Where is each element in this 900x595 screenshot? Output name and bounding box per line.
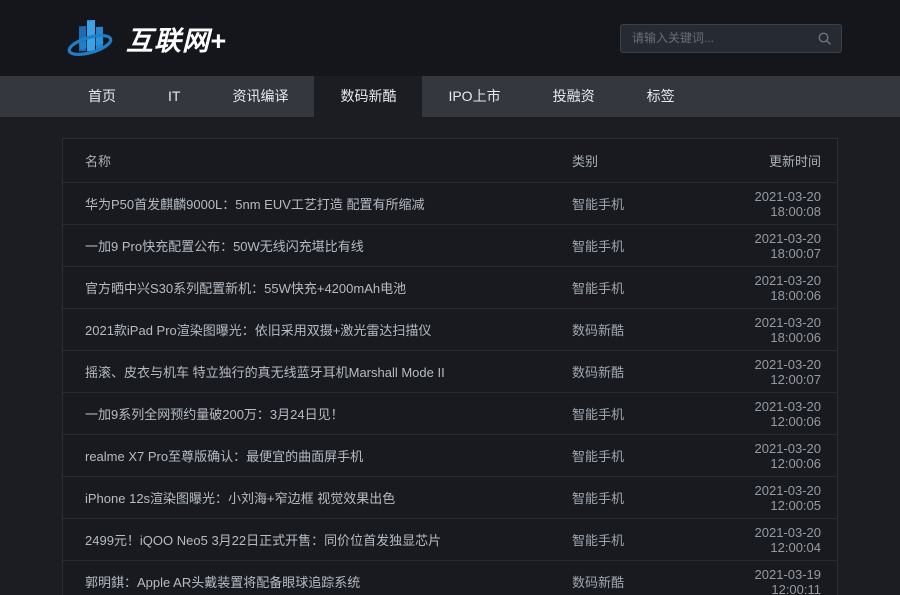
article-category[interactable]: 智能手机 bbox=[572, 488, 702, 507]
table-row[interactable]: 一加9 Pro快充配置公布：50W无线闪充堪比有线 智能手机 2021-03-2… bbox=[63, 224, 837, 266]
article-updated: 2021-03-20 12:00:06 bbox=[702, 399, 837, 429]
table-row[interactable]: 摇滚、皮衣与机车 特立独行的真无线蓝牙耳机Marshall Mode II 数码… bbox=[63, 350, 837, 392]
content-area: 名称 类别 更新时间 华为P50首发麒麟9000L：5nm EUV工艺打造 配置… bbox=[0, 117, 900, 595]
article-updated: 2021-03-20 12:00:04 bbox=[702, 525, 837, 555]
article-updated: 2021-03-20 12:00:07 bbox=[702, 357, 837, 387]
article-category[interactable]: 智能手机 bbox=[572, 446, 702, 465]
article-title[interactable]: 官方晒中兴S30系列配置新机：55W快充+4200mAh电池 bbox=[63, 278, 572, 297]
article-updated: 2021-03-20 18:00:07 bbox=[702, 231, 837, 261]
article-table: 名称 类别 更新时间 华为P50首发麒麟9000L：5nm EUV工艺打造 配置… bbox=[62, 138, 838, 595]
article-updated: 2021-03-20 18:00:06 bbox=[702, 273, 837, 303]
nav-item-it[interactable]: IT bbox=[142, 76, 206, 117]
column-header-name: 名称 bbox=[63, 151, 572, 170]
article-category[interactable]: 数码新酷 bbox=[572, 362, 702, 381]
article-category[interactable]: 智能手机 bbox=[572, 530, 702, 549]
column-header-category: 类别 bbox=[572, 151, 702, 170]
nav-item-tags[interactable]: 标签 bbox=[621, 76, 701, 117]
table-row[interactable]: 2021款iPad Pro渲染图曝光：依旧采用双摄+激光雷达扫描仪 数码新酷 2… bbox=[63, 308, 837, 350]
article-category[interactable]: 数码新酷 bbox=[572, 572, 702, 591]
main-nav: 首页 IT 资讯编译 数码新酷 IPO上市 投融资 标签 bbox=[0, 76, 900, 117]
nav-item-news[interactable]: 资讯编译 bbox=[206, 76, 314, 117]
article-updated: 2021-03-20 18:00:08 bbox=[702, 189, 837, 219]
nav-item-home[interactable]: 首页 bbox=[62, 76, 142, 117]
article-updated: 2021-03-20 12:00:06 bbox=[702, 441, 837, 471]
logo-text: 互联网+ bbox=[126, 19, 227, 58]
article-category[interactable]: 智能手机 bbox=[572, 404, 702, 423]
logo[interactable]: 互联网+ bbox=[66, 14, 227, 62]
nav-item-ipo[interactable]: IPO上市 bbox=[422, 76, 526, 117]
table-header-row: 名称 类别 更新时间 bbox=[63, 139, 837, 182]
table-row[interactable]: 一加9系列全网预约量破200万：3月24日见！ 智能手机 2021-03-20 … bbox=[63, 392, 837, 434]
article-title[interactable]: 华为P50首发麒麟9000L：5nm EUV工艺打造 配置有所缩减 bbox=[63, 194, 572, 213]
table-row[interactable]: realme X7 Pro至尊版确认：最便宜的曲面屏手机 智能手机 2021-0… bbox=[63, 434, 837, 476]
article-title[interactable]: 2499元！iQOO Neo5 3月22日正式开售：同价位首发独显芯片 bbox=[63, 530, 572, 549]
article-category[interactable]: 智能手机 bbox=[572, 278, 702, 297]
app-header: 互联网+ bbox=[0, 0, 900, 76]
article-title[interactable]: 一加9 Pro快充配置公布：50W无线闪充堪比有线 bbox=[63, 236, 572, 255]
article-updated: 2021-03-20 18:00:06 bbox=[702, 315, 837, 345]
article-category[interactable]: 数码新酷 bbox=[572, 320, 702, 339]
table-row[interactable]: iPhone 12s渲染图曝光：小刘海+窄边框 视觉效果出色 智能手机 2021… bbox=[63, 476, 837, 518]
article-title[interactable]: iPhone 12s渲染图曝光：小刘海+窄边框 视觉效果出色 bbox=[63, 488, 572, 507]
column-header-updated: 更新时间 bbox=[702, 151, 837, 170]
table-row[interactable]: 官方晒中兴S30系列配置新机：55W快充+4200mAh电池 智能手机 2021… bbox=[63, 266, 837, 308]
article-title[interactable]: realme X7 Pro至尊版确认：最便宜的曲面屏手机 bbox=[63, 446, 572, 465]
article-category[interactable]: 智能手机 bbox=[572, 236, 702, 255]
table-row[interactable]: 郭明錤：Apple AR头戴装置将配备眼球追踪系统 数码新酷 2021-03-1… bbox=[63, 560, 837, 595]
article-title[interactable]: 摇滚、皮衣与机车 特立独行的真无线蓝牙耳机Marshall Mode II bbox=[63, 362, 572, 381]
search-box bbox=[620, 24, 842, 53]
nav-item-digital[interactable]: 数码新酷 bbox=[314, 76, 422, 117]
article-updated: 2021-03-20 12:00:05 bbox=[702, 483, 837, 513]
article-category[interactable]: 智能手机 bbox=[572, 194, 702, 213]
article-title[interactable]: 2021款iPad Pro渲染图曝光：依旧采用双摄+激光雷达扫描仪 bbox=[63, 320, 572, 339]
table-row[interactable]: 2499元！iQOO Neo5 3月22日正式开售：同价位首发独显芯片 智能手机… bbox=[63, 518, 837, 560]
search-input[interactable] bbox=[632, 31, 817, 45]
table-row[interactable]: 华为P50首发麒麟9000L：5nm EUV工艺打造 配置有所缩减 智能手机 2… bbox=[63, 182, 837, 224]
search-icon[interactable] bbox=[817, 31, 832, 46]
article-title[interactable]: 一加9系列全网预约量破200万：3月24日见！ bbox=[63, 404, 572, 423]
logo-building-icon bbox=[66, 14, 114, 62]
article-title[interactable]: 郭明錤：Apple AR头戴装置将配备眼球追踪系统 bbox=[63, 572, 572, 591]
nav-item-invest[interactable]: 投融资 bbox=[527, 76, 621, 117]
article-updated: 2021-03-19 12:00:11 bbox=[702, 567, 837, 595]
